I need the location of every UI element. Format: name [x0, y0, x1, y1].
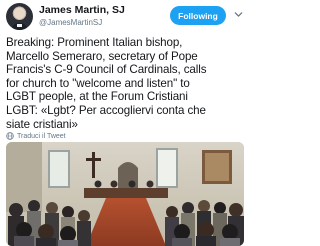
- tweet-text: Breaking: Prominent Italian bishop, Marc…: [6, 36, 207, 131]
- conference-photo: [6, 142, 244, 246]
- avatar[interactable]: [6, 3, 33, 30]
- globe-icon: [6, 132, 14, 140]
- following-button[interactable]: Following: [170, 6, 226, 25]
- translate-label[interactable]: Traduci il Tweet: [17, 133, 66, 140]
- author-display-name[interactable]: James Martin, SJ: [39, 4, 125, 17]
- tweet-card: James Martin, SJ @JamesMartinSJ Followin…: [0, 0, 250, 246]
- author-info[interactable]: James Martin, SJ @JamesMartinSJ: [39, 4, 125, 28]
- tweet-header: James Martin, SJ @JamesMartinSJ Followin…: [6, 3, 244, 31]
- chevron-down-icon[interactable]: [234, 10, 243, 19]
- tweet-photo[interactable]: [6, 142, 244, 246]
- avatar-collar: [17, 24, 22, 27]
- author-handle[interactable]: @JamesMartinSJ: [39, 17, 125, 28]
- translate-tweet-link[interactable]: Traduci il Tweet: [6, 132, 66, 140]
